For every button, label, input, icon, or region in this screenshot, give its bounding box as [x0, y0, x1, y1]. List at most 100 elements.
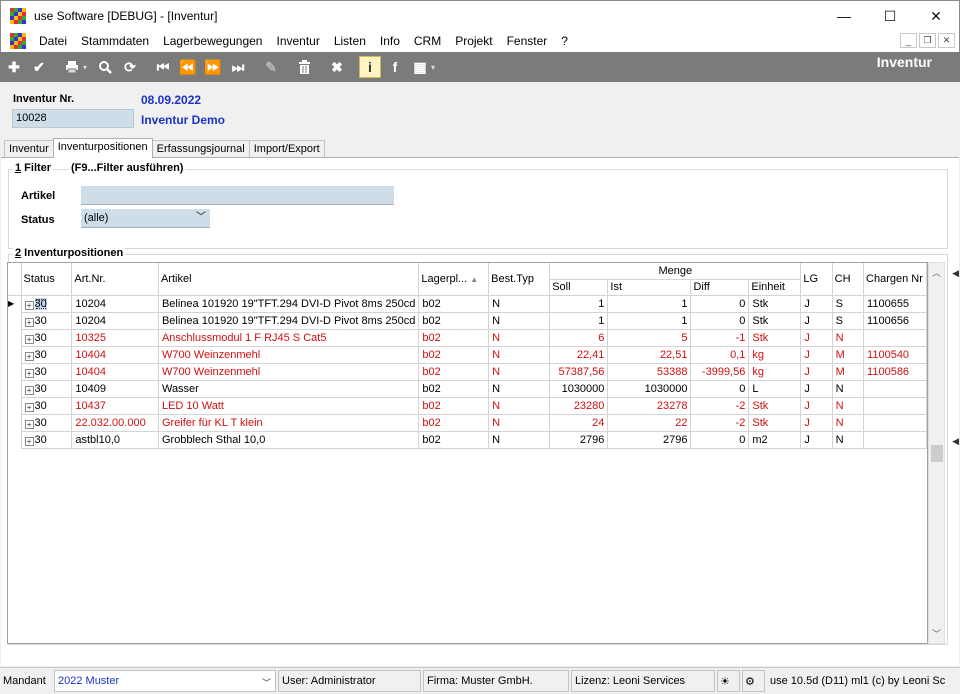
col-header-status[interactable]: Status [21, 263, 73, 296]
maximize-button[interactable]: ☐ [867, 1, 913, 31]
col-header-artikel[interactable]: Artikel [158, 263, 420, 296]
print-icon[interactable] [61, 56, 83, 78]
cell-charge[interactable] [863, 431, 927, 449]
expand-plus-icon[interactable]: + [24, 351, 34, 361]
cell-best[interactable]: N [488, 363, 551, 381]
expand-plus-icon[interactable]: + [24, 436, 34, 446]
menu-info[interactable]: Info [373, 34, 407, 48]
cell-artnr[interactable]: 10437 [71, 397, 159, 415]
cell-artikel[interactable]: LED 10 Watt [158, 397, 420, 415]
cell-charge[interactable]: 1100586 [863, 363, 927, 381]
grid-menu-dropdown-icon[interactable]: ▾ [431, 63, 439, 72]
save-check-icon[interactable]: ✔ [28, 56, 50, 78]
cell-lager[interactable]: b02 [418, 329, 490, 347]
cell-artikel[interactable]: Greifer für KL T klein [158, 414, 420, 432]
cell-artnr[interactable]: 10404 [71, 346, 159, 364]
cell-artikel[interactable]: Belinea 101920 19"TFT.294 DVI-D Pivot 8m… [158, 295, 420, 313]
cell-ch[interactable]: S [832, 295, 865, 313]
cell-diff[interactable]: -1 [690, 329, 750, 347]
menu-datei[interactable]: Datei [32, 34, 74, 48]
cell-best[interactable]: N [488, 312, 551, 330]
sun-icon[interactable]: ☀ [717, 670, 740, 692]
cell-artikel[interactable]: W700 Weinzenmehl [158, 363, 420, 381]
cell-artnr[interactable]: astbl10,0 [71, 431, 159, 449]
col-header-besttyp[interactable]: Best.Typ [488, 263, 551, 296]
expand-plus-icon[interactable]: + [24, 368, 34, 378]
cell-status[interactable]: +30 [21, 414, 73, 432]
row-indicator[interactable] [8, 397, 22, 414]
table-row[interactable]: ▶ +30 10204 Belinea 101920 19"TFT.294 DVI-D… [8, 295, 927, 313]
col-header-lagerplatz[interactable]: Lagerpl... ▲ [418, 263, 490, 296]
tab-inventur[interactable]: Inventur [4, 140, 54, 158]
last-record-icon[interactable]: ⏭ [227, 56, 249, 78]
cell-status[interactable]: +30 [21, 380, 73, 398]
info-icon[interactable]: i [359, 56, 381, 78]
cell-charge[interactable] [863, 414, 927, 432]
menu-help[interactable]: ? [554, 34, 575, 48]
cell-ch[interactable]: N [832, 431, 865, 449]
expand-plus-icon[interactable]: + [24, 419, 34, 429]
table-row[interactable]: +30 10404 W700 Weinzenmehl b02 N 22,41 22,51 0,… [8, 346, 927, 364]
cell-ist[interactable]: 2796 [607, 431, 692, 449]
cell-charge[interactable] [863, 329, 927, 347]
cell-best[interactable]: N [488, 380, 551, 398]
mdi-app-icon[interactable] [10, 33, 26, 49]
cell-soll[interactable]: 23280 [549, 397, 609, 415]
cell-ist[interactable]: 1 [607, 312, 692, 330]
cell-lager[interactable]: b02 [418, 414, 490, 432]
menu-inventur[interactable]: Inventur [269, 34, 326, 48]
positions-grid[interactable]: Status Art.Nr. Artikel Lagerpl... ▲ Best… [7, 262, 928, 644]
menu-projekt[interactable]: Projekt [448, 34, 499, 48]
tab-inventurpositionen[interactable]: Inventurpositionen [52, 138, 153, 158]
row-indicator[interactable] [8, 431, 22, 448]
facebook-icon[interactable]: f [384, 56, 406, 78]
cell-ist[interactable]: 1 [607, 295, 692, 313]
cell-diff[interactable]: -2 [690, 414, 750, 432]
cell-ist[interactable]: 22 [607, 414, 692, 432]
cell-einheit[interactable]: Stk [748, 397, 802, 415]
previous-record-icon[interactable]: ⏪ [177, 56, 199, 78]
row-indicator[interactable] [8, 312, 22, 329]
cell-diff[interactable]: 0 [690, 295, 750, 313]
refresh-icon[interactable]: ⟳ [119, 56, 141, 78]
cell-diff[interactable]: 0 [690, 431, 750, 449]
cell-lager[interactable]: b02 [418, 346, 490, 364]
print-dropdown-icon[interactable]: ▾ [83, 63, 91, 72]
cell-einheit[interactable]: kg [748, 346, 802, 364]
row-indicator[interactable] [8, 346, 22, 363]
cell-artnr[interactable]: 10404 [71, 363, 159, 381]
close-button[interactable]: ✕ [913, 1, 959, 31]
table-row[interactable]: +30 10437 LED 10 Watt b02 N 23280 23278 -2 Stk J N [8, 397, 927, 415]
cell-ch[interactable]: N [832, 380, 865, 398]
row-indicator[interactable] [8, 414, 22, 431]
cell-charge[interactable]: 1100655 [863, 295, 927, 313]
cell-diff[interactable]: 0,1 [690, 346, 750, 364]
cell-ist[interactable]: 53388 [607, 363, 692, 381]
cell-artnr[interactable]: 22.032.00.000 [71, 414, 159, 432]
inventur-nr-field[interactable]: 10028 [12, 109, 134, 128]
table-row[interactable]: +30 10409 Wasser b02 N 1030000 1030000 0 L J N [8, 380, 927, 398]
row-indicator[interactable] [8, 363, 22, 380]
row-indicator[interactable] [8, 329, 22, 346]
expand-plus-icon[interactable]: + [24, 300, 34, 310]
cell-einheit[interactable]: Stk [748, 295, 802, 313]
scroll-up-icon[interactable]: ︿ [932, 266, 941, 279]
cell-artikel[interactable]: Grobblech Sthal 10,0 [158, 431, 420, 449]
cell-charge[interactable]: 1100540 [863, 346, 927, 364]
cell-lager[interactable]: b02 [418, 363, 490, 381]
cell-lg[interactable]: J [800, 295, 833, 313]
col-header-diff[interactable]: Diff [690, 279, 750, 296]
cell-lg[interactable]: J [800, 397, 833, 415]
cell-einheit[interactable]: L [748, 380, 802, 398]
cell-artnr[interactable]: 10204 [71, 295, 159, 313]
col-header-ch[interactable]: CH [832, 263, 865, 296]
cell-status[interactable]: +30 [21, 363, 73, 381]
delete-trash-icon[interactable] [293, 56, 315, 78]
col-header-chargen[interactable]: Chargen Nr [863, 263, 927, 296]
row-indicator[interactable]: ▶ [8, 295, 22, 312]
cell-soll[interactable]: 1030000 [549, 380, 609, 398]
cell-lg[interactable]: J [800, 414, 833, 432]
cell-best[interactable]: N [488, 431, 551, 449]
cell-einheit[interactable]: kg [748, 363, 802, 381]
cell-soll[interactable]: 6 [549, 329, 609, 347]
